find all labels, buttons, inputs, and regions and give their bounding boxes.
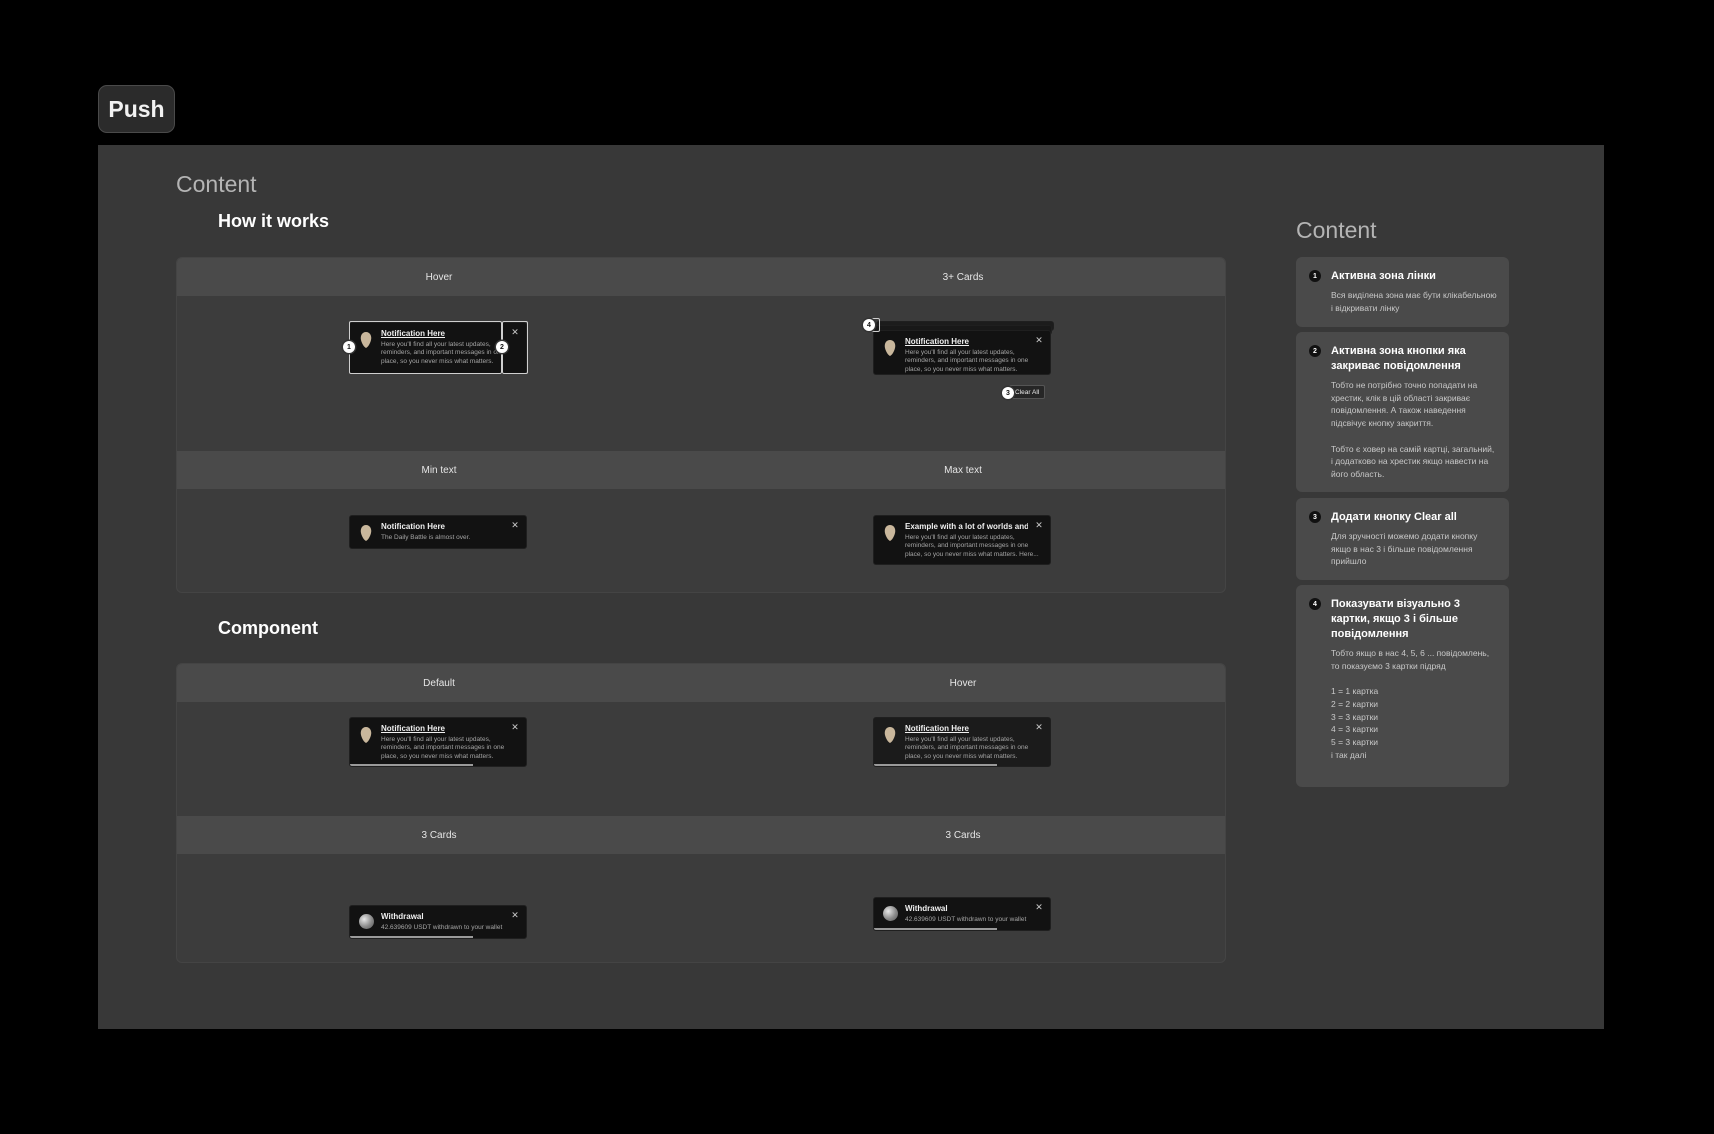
note-4: 4 Показувати візуально 3 картки, якщо 3 …: [1296, 585, 1509, 787]
card-body: The Daily Battle is almost over.: [381, 534, 471, 541]
close-icon[interactable]: ✕: [510, 910, 520, 920]
notification-card-hovered[interactable]: Notification Here Here you'll find all y…: [873, 717, 1051, 767]
card-body: 42.639609 USDT withdrawn to your wallet: [381, 924, 503, 931]
card-body: Here you'll find all your latest updates…: [905, 736, 1029, 760]
col-label-default: Default: [423, 677, 455, 689]
page-tag: Push: [98, 85, 175, 133]
row-header: 3 Cards 3 Cards: [177, 816, 1225, 854]
col-label-hover: Hover: [425, 271, 453, 283]
card-title[interactable]: Notification Here: [381, 522, 504, 531]
col-label-3-cards: 3 Cards: [421, 829, 457, 841]
card-title[interactable]: Withdrawal: [905, 904, 1028, 913]
shell-icon: [884, 525, 896, 541]
clear-all-button[interactable]: Clear All: [1009, 385, 1046, 399]
coin-icon: [883, 906, 898, 921]
marker-1: 1: [343, 341, 355, 353]
col-label-hover: Hover: [949, 677, 977, 689]
marker-3: 3: [1002, 387, 1014, 399]
close-icon[interactable]: ✕: [1034, 902, 1044, 912]
col-label-max-text: Max text: [944, 464, 982, 476]
note-title: Активна зона кнопки яка закриває повідом…: [1331, 345, 1466, 372]
card-body: Here you'll find all your latest updates…: [905, 349, 1029, 373]
notification-card-min[interactable]: Notification Here The Daily Battle is al…: [349, 515, 527, 549]
note-2: 2 Активна зона кнопки яка закриває повід…: [1296, 332, 1509, 492]
note-body: Вся виділена зона має бути клікабельною …: [1331, 290, 1497, 313]
link-active-zone: [349, 321, 502, 374]
card-title[interactable]: Notification Here: [381, 724, 504, 733]
note-body: Тобто не потрібно точно попадати на хрес…: [1331, 380, 1495, 479]
col-label-3plus-cards: 3+ Cards: [942, 271, 984, 283]
component-title: Component: [218, 618, 318, 638]
note-number: 3: [1309, 511, 1321, 523]
frame: Content How it works Hover 3+ Cards Noti…: [98, 145, 1604, 1029]
component-group: Default Hover Notification Here Here you…: [176, 663, 1226, 963]
row-header: Hover 3+ Cards: [177, 258, 1225, 296]
note-title: Показувати візуально 3 картки, якщо 3 і …: [1331, 598, 1461, 640]
card-title[interactable]: Notification Here: [905, 724, 1028, 733]
note-title: Додати кнопку Clear all: [1331, 511, 1457, 523]
close-icon[interactable]: ✕: [510, 722, 520, 732]
card-title[interactable]: Example with a lot of worlds and...: [905, 522, 1028, 531]
notification-card-max[interactable]: Example with a lot of worlds and... Here…: [873, 515, 1051, 565]
shell-icon: [884, 340, 896, 356]
note-title: Активна зона лінки: [1331, 270, 1436, 282]
close-icon[interactable]: ✕: [1034, 520, 1044, 530]
row-header: Default Hover: [177, 664, 1225, 702]
shell-icon: [360, 525, 372, 541]
how-it-works-group: Hover 3+ Cards Notification Here Here yo…: [176, 257, 1226, 593]
note-3: 3 Додати кнопку Clear all Для зручності …: [1296, 498, 1509, 580]
note-number: 1: [1309, 270, 1321, 282]
close-icon[interactable]: ✕: [1034, 335, 1044, 345]
card-body: Here you'll find all your latest updates…: [381, 736, 505, 760]
card-title[interactable]: Notification Here: [905, 337, 1028, 346]
close-icon[interactable]: ✕: [1034, 722, 1044, 732]
note-number: 4: [1309, 598, 1321, 610]
close-icon[interactable]: ✕: [510, 520, 520, 530]
shell-icon: [360, 727, 372, 743]
main-content-title: Content: [176, 171, 257, 197]
row-header: Min text Max text: [177, 451, 1225, 489]
progress-bar: [350, 764, 474, 766]
card-body: Here you'll find all your latest updates…: [905, 534, 1039, 558]
progress-bar: [350, 936, 474, 938]
progress-bar: [874, 764, 998, 766]
sidebar-content-title: Content: [1296, 217, 1377, 243]
withdrawal-card-left[interactable]: Withdrawal 42.639609 USDT withdrawn to y…: [349, 905, 527, 939]
withdrawal-card-right[interactable]: Withdrawal 42.639609 USDT withdrawn to y…: [873, 897, 1051, 931]
marker-2: 2: [496, 341, 508, 353]
how-it-works-title: How it works: [218, 211, 330, 231]
note-number: 2: [1309, 345, 1321, 357]
coin-icon: [359, 914, 374, 929]
col-label-min-text: Min text: [421, 464, 457, 476]
note-body: Для зручності можемо додати кнопку якщо …: [1331, 531, 1478, 567]
notification-card-stack-front[interactable]: Notification Here Here you'll find all y…: [873, 330, 1051, 375]
note-1: 1 Активна зона лінки Вся виділена зона м…: [1296, 257, 1509, 327]
notification-card-default[interactable]: Notification Here Here you'll find all y…: [349, 717, 527, 767]
col-label-3-cards-alt: 3 Cards: [945, 829, 981, 841]
card-title[interactable]: Withdrawal: [381, 912, 504, 921]
progress-bar: [874, 928, 998, 930]
shell-icon: [884, 727, 896, 743]
card-body: 42.639609 USDT withdrawn to your wallet: [905, 916, 1027, 923]
marker-4: 4: [863, 319, 875, 331]
note-body: Тобто якщо в нас 4, 5, 6 ... повідомлень…: [1331, 648, 1490, 760]
